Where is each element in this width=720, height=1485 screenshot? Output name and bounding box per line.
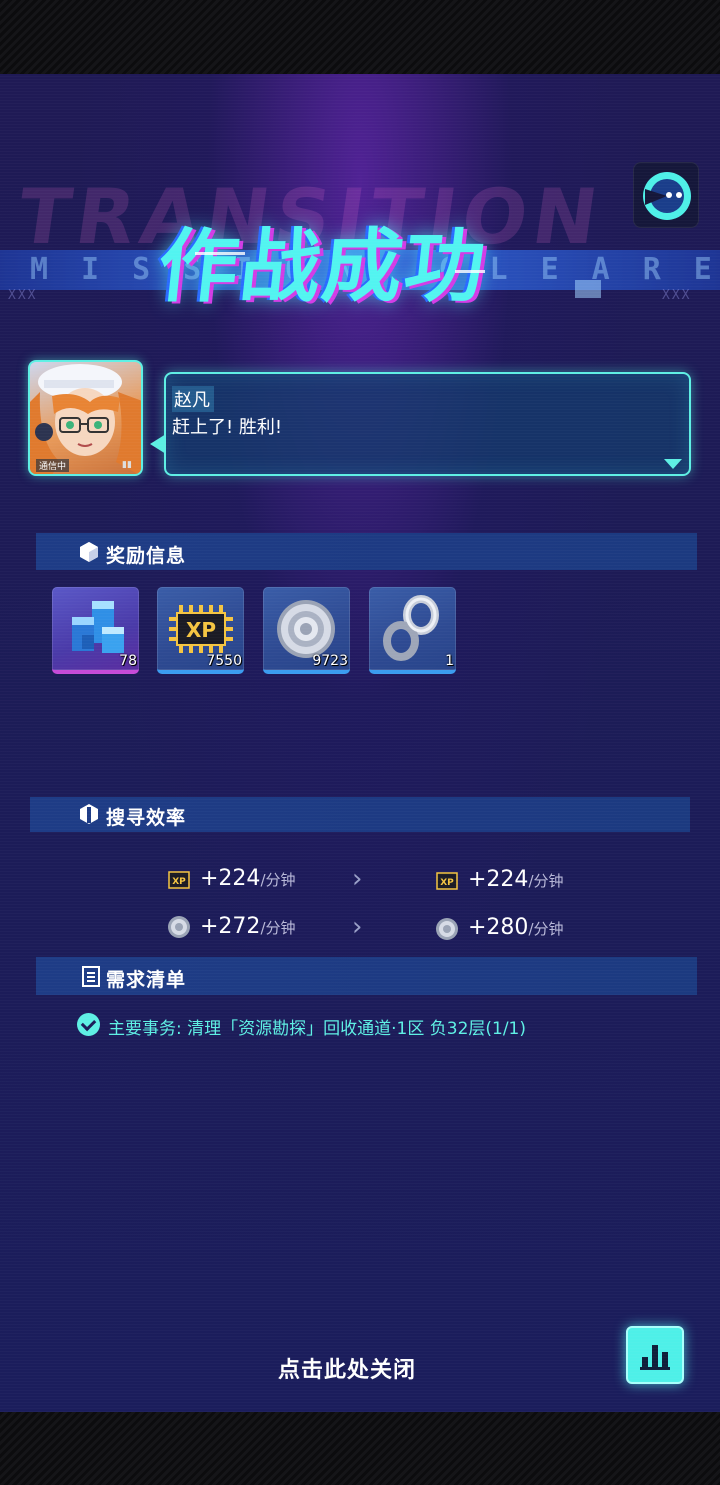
xp-chip-icon: XP	[436, 872, 458, 890]
silver-coin-icon	[436, 918, 458, 940]
glitch-line	[195, 252, 245, 255]
comm-status-label: 通信中	[36, 459, 70, 472]
coin-rate-before: +272/分钟	[200, 914, 296, 939]
arrow-right-icon: ›	[352, 912, 363, 942]
requirements-header: 需求清单	[36, 957, 697, 995]
svg-text:XP: XP	[186, 618, 216, 642]
silver-coin-icon	[168, 916, 190, 938]
svg-text:XP: XP	[440, 878, 454, 888]
rewards-header-label: 奖励信息	[106, 545, 187, 567]
xp-rate-before: +224/分钟	[200, 866, 296, 891]
glitch-line	[455, 270, 485, 273]
assistant-button[interactable]	[633, 162, 699, 228]
reward-item[interactable]: XP 7550	[157, 587, 244, 674]
speaker-name: 赵凡	[172, 386, 214, 412]
reward-count: 9723	[312, 653, 348, 669]
tap-to-close[interactable]: 点击此处关闭	[278, 1352, 416, 1384]
dialog-line: 赶上了! 胜利!	[172, 417, 283, 438]
glitch-block	[575, 280, 601, 298]
top-letterbox	[0, 0, 720, 74]
checklist-icon	[82, 966, 100, 987]
xp-chip-icon: XP	[168, 871, 190, 889]
robot-face-icon	[643, 172, 691, 220]
main-quest-text: 主要事务: 清理「资源勘探」回收通道·1区 负32层(1/1)	[108, 1019, 527, 1039]
reward-count: 7550	[206, 653, 242, 669]
stats-button[interactable]	[626, 1326, 684, 1384]
arrow-right-icon: ›	[352, 864, 363, 894]
signal-icon: ▮▮	[122, 460, 132, 470]
efficiency-header: 搜寻效率	[30, 797, 690, 832]
mission-result-screen[interactable]: TRANSITION MISSION CLEARED XXX XXX 作战成功	[0, 74, 720, 1412]
infinity-link-icon	[383, 595, 439, 661]
requirements-header-label: 需求清单	[106, 969, 187, 991]
rewards-header: 奖励信息	[36, 533, 697, 570]
reward-count: 78	[119, 653, 137, 669]
reward-item[interactable]: 78	[52, 587, 139, 674]
xp-rate-after: +224/分钟	[468, 867, 564, 892]
bottom-letterbox	[0, 1412, 720, 1485]
reward-item[interactable]: 9723	[263, 587, 350, 674]
coin-rate-after: +280/分钟	[468, 915, 564, 940]
bar-chart-icon	[640, 1345, 670, 1370]
banner-deco-right: XXX	[662, 288, 692, 303]
cube-icon	[80, 542, 98, 562]
svg-text:XP: XP	[172, 877, 186, 887]
speaker-avatar: 通信中 ▮▮	[28, 360, 143, 476]
box-icon	[80, 804, 98, 824]
dialog-next-icon[interactable]	[664, 459, 682, 469]
check-circle-icon	[77, 1013, 100, 1036]
reward-count: 1	[445, 653, 454, 669]
efficiency-header-label: 搜寻效率	[106, 807, 187, 829]
reward-item[interactable]: 1	[369, 587, 456, 674]
banner-deco-left: XXX	[8, 288, 38, 303]
